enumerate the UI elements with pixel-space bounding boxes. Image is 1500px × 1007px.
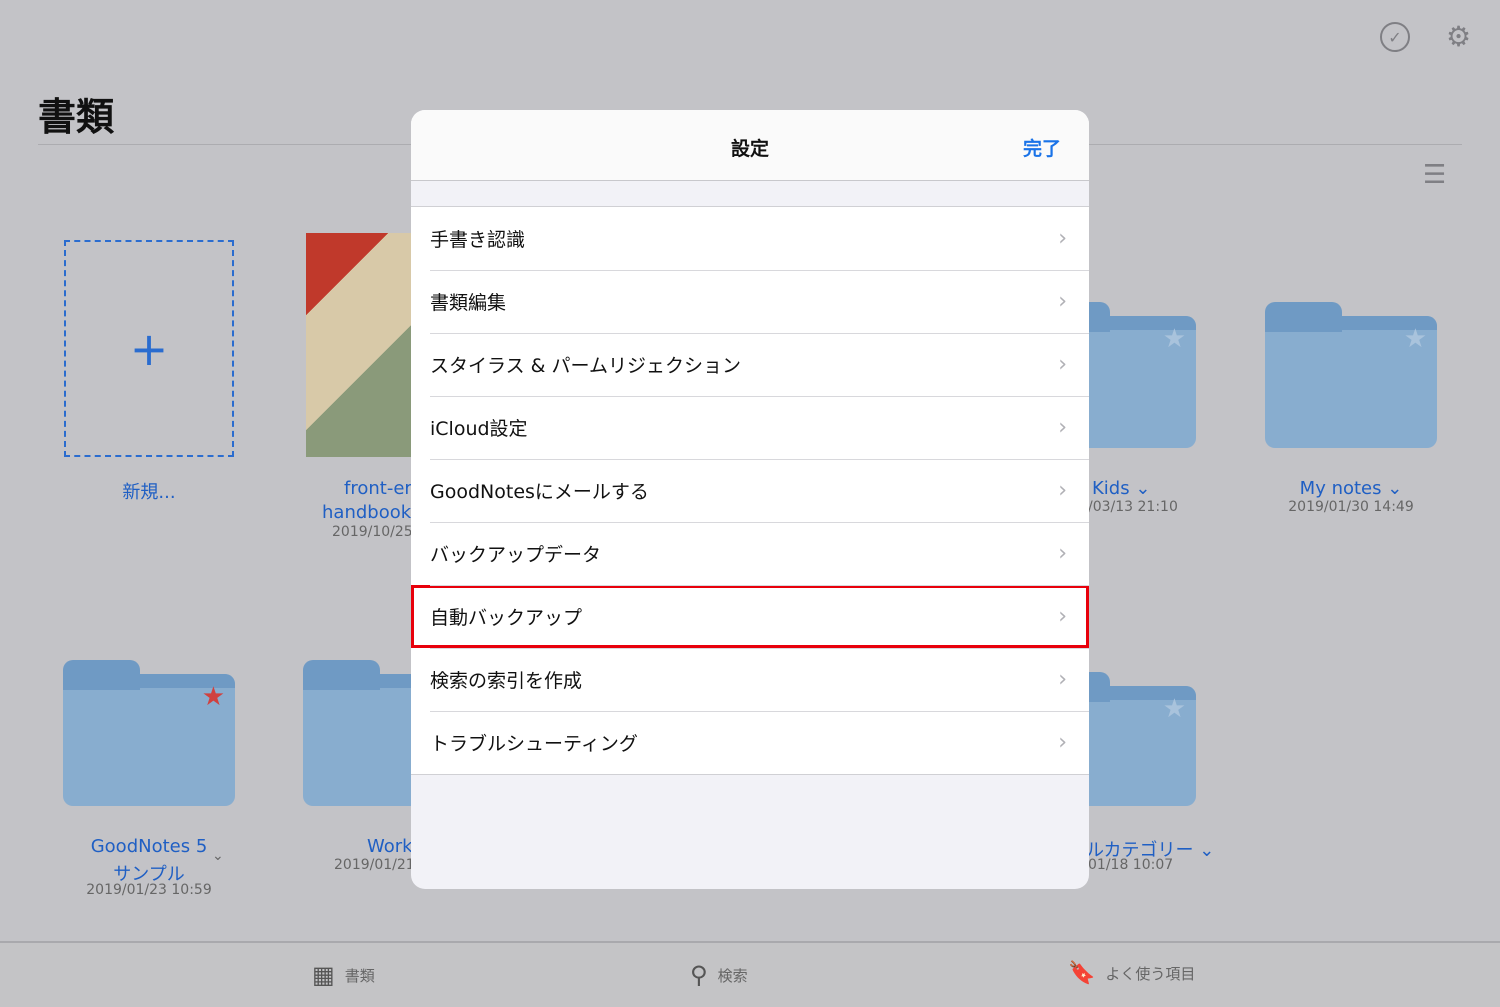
tab-bar: ▦ 書類 ⚲ 検索 🔖 よく使う項目 [0, 941, 1500, 1007]
chevron-right-icon: › [1058, 352, 1067, 377]
chevron-right-icon: › [1058, 604, 1067, 629]
folder-date: 2019/01/30 14:49 [1288, 499, 1414, 515]
chevron-right-icon: › [1058, 667, 1067, 692]
folder-date: 01/18 10:07 [1088, 857, 1174, 873]
settings-item[interactable]: バックアップデータ › [411, 522, 1089, 585]
grid-icon: ▦ [312, 961, 335, 989]
folder-date: 2019/01/23 10:59 [86, 882, 212, 898]
document-thumbnail[interactable] [306, 233, 411, 457]
chevron-right-icon: › [1058, 226, 1067, 251]
chevron-right-icon: › [1058, 289, 1067, 314]
done-button[interactable]: 完了 [1023, 134, 1061, 161]
settings-modal: 設定 完了 手書き認識 › 書類編集 › スタイラス & パームリジェクション › iClo… [411, 110, 1089, 889]
tab-favorites[interactable]: 🔖 よく使う項目 [1068, 961, 1195, 986]
settings-item[interactable]: 検索の索引を作成 › [411, 648, 1089, 711]
star-icon[interactable]: ★ [1404, 324, 1427, 354]
settings-item-label: 検索の索引を作成 [430, 670, 583, 692]
star-icon[interactable]: ★ [1163, 694, 1186, 724]
star-icon[interactable]: ★ [202, 682, 225, 712]
settings-list: 手書き認識 › 書類編集 › スタイラス & パームリジェクション › iCloud設定 › G… [411, 206, 1089, 775]
chevron-right-icon: › [1058, 541, 1067, 566]
document-date: 2019/10/25 [332, 524, 413, 540]
tab-label: 書類 [344, 966, 375, 985]
settings-item[interactable]: スタイラス & パームリジェクション › [411, 333, 1089, 396]
settings-item-label: 自動バックアップ [430, 607, 583, 629]
star-icon[interactable]: ★ [1163, 324, 1186, 354]
modal-title: 設定 [730, 138, 769, 160]
settings-item[interactable]: GoodNotesにメールする › [411, 459, 1089, 522]
tab-label: よく使う項目 [1105, 965, 1196, 983]
folder-date: /03/13 21:10 [1088, 499, 1178, 515]
new-label[interactable]: 新規... [64, 478, 234, 504]
settings-item-label: スタイラス & パームリジェクション [430, 355, 741, 377]
folder-title[interactable]: Kids ⌄ [1092, 478, 1150, 499]
settings-item[interactable]: 書類編集 › [411, 270, 1089, 333]
folder-goodnotes[interactable]: ★ [63, 660, 235, 806]
chevron-right-icon: › [1058, 730, 1067, 755]
tab-documents[interactable]: ▦ 書類 [312, 961, 375, 989]
tab-label: 検索 [717, 966, 748, 985]
folder-title[interactable]: Work [367, 836, 413, 857]
settings-item[interactable]: 手書き認識 › [411, 207, 1089, 270]
bookmark-star-icon: 🔖 [1068, 961, 1096, 986]
settings-item-label: GoodNotesにメールする [430, 481, 649, 503]
settings-item-label: トラブルシューティング [430, 733, 638, 755]
page-title: 書類 [38, 95, 115, 139]
settings-item[interactable]: 自動バックアップ › [411, 585, 1089, 648]
settings-item-label: バックアップデータ [430, 544, 602, 566]
tab-search[interactable]: ⚲ 検索 [690, 961, 748, 989]
select-check-icon[interactable]: ✓ [1380, 22, 1410, 52]
plus-icon: + [129, 321, 169, 376]
list-view-icon[interactable]: ☰ [1423, 160, 1446, 190]
settings-item-label: 書類編集 [430, 292, 507, 314]
chevron-right-icon: › [1058, 478, 1067, 503]
chevron-right-icon: › [1058, 415, 1067, 440]
folder-title[interactable]: My notes ⌄ [1265, 478, 1437, 499]
settings-item[interactable]: トラブルシューティング › [411, 711, 1089, 774]
folder-title[interactable]: GoodNotes 5 [63, 836, 235, 857]
folder-my-notes[interactable]: ★ [1265, 302, 1437, 448]
folder-date: 2019/01/21 [334, 857, 415, 873]
settings-item-label: iCloud設定 [430, 418, 528, 440]
document-title[interactable]: handbook- [322, 502, 418, 523]
gear-icon[interactable]: ⚙ [1446, 20, 1471, 53]
new-document-button[interactable]: + [64, 240, 234, 457]
settings-item[interactable]: iCloud設定 › [411, 396, 1089, 459]
settings-item-label: 手書き認識 [430, 229, 526, 251]
search-icon: ⚲ [690, 961, 708, 989]
